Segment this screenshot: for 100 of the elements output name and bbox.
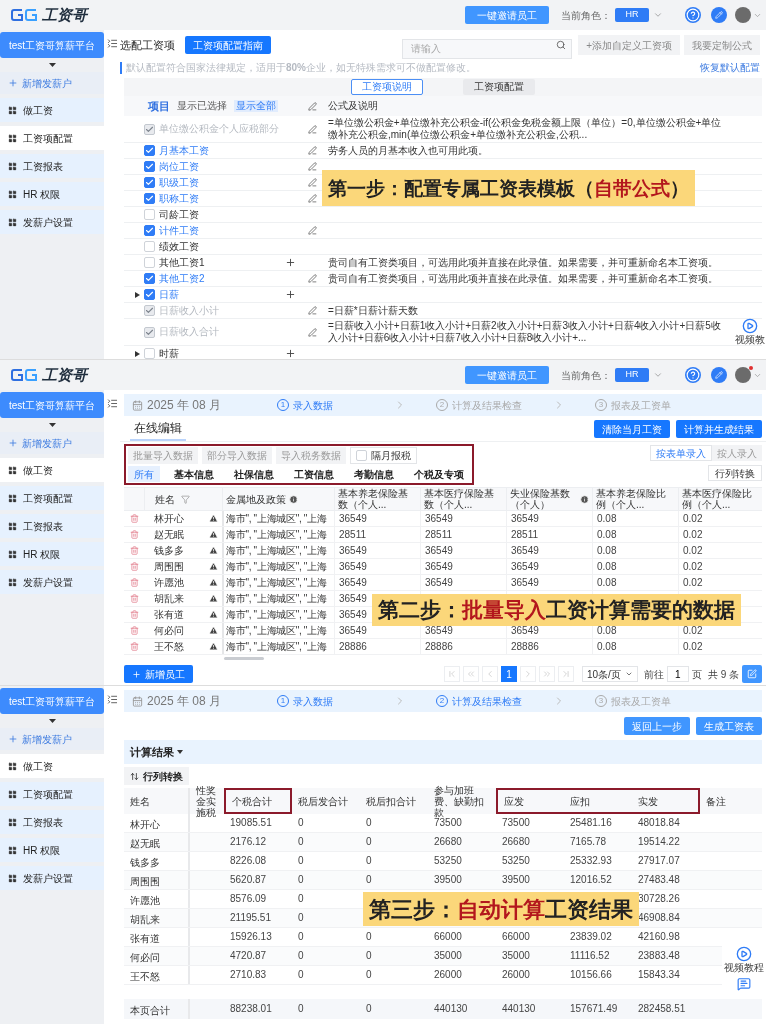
collapse-icon[interactable] <box>106 398 118 409</box>
last-page-button[interactable] <box>557 666 574 682</box>
pencil-icon[interactable] <box>307 194 317 203</box>
help-button[interactable] <box>685 7 701 23</box>
caret-icon[interactable] <box>135 291 140 298</box>
sidebar-item[interactable]: 工资报表 <box>0 154 104 178</box>
pencil-icon[interactable] <box>307 162 317 171</box>
filter-icon[interactable] <box>181 494 190 504</box>
table-cell: 282458.51 <box>638 1003 686 1015</box>
tab[interactable]: 工资信息 <box>288 466 340 482</box>
role-select[interactable]: HR <box>615 368 649 382</box>
tab[interactable]: 工资项配置 <box>463 79 535 95</box>
previous-page-button[interactable] <box>481 666 498 682</box>
checkbox[interactable] <box>144 289 155 300</box>
view-option[interactable]: 显示已选择 <box>175 100 229 112</box>
avatar[interactable] <box>735 367 751 383</box>
sidebar-item[interactable]: 工资项配置 <box>0 486 104 510</box>
delete-icon[interactable] <box>129 642 139 651</box>
tab[interactable]: 所有 <box>128 466 160 482</box>
sidebar-item[interactable]: 做工资 <box>0 98 104 122</box>
delete-icon[interactable] <box>129 594 139 603</box>
tab[interactable]: 个税及专项 <box>408 466 470 482</box>
caret-icon[interactable] <box>135 350 140 357</box>
message-icon[interactable] <box>737 977 751 991</box>
calculate-button[interactable]: 计算并生成结果 <box>676 420 762 438</box>
sidebar-item[interactable]: HR 权限 <box>0 542 104 566</box>
avatar[interactable] <box>735 7 751 23</box>
restore-link[interactable]: 恢复默认配置 <box>700 62 760 74</box>
checkbox[interactable] <box>144 161 155 172</box>
section-tab[interactable]: 在线编辑 <box>130 417 186 441</box>
delete-icon[interactable] <box>129 578 139 587</box>
table-cell: 36549 <box>339 576 367 589</box>
sidebar-item[interactable]: 发薪户设置 <box>0 210 104 234</box>
page-button[interactable]: 1 <box>500 666 517 682</box>
pencil-icon[interactable] <box>307 226 317 235</box>
pencil-icon[interactable] <box>307 274 317 283</box>
grid-icon <box>8 845 17 855</box>
previous-pages-button[interactable] <box>462 666 479 682</box>
collapse-icon[interactable] <box>106 694 118 705</box>
sidebar-item[interactable]: HR 权限 <box>0 182 104 206</box>
tab[interactable]: 基本信息 <box>168 466 220 482</box>
guide-button[interactable]: 工资项配置指南 <box>185 36 271 54</box>
sidebar-item[interactable]: HR 权限 <box>0 838 104 862</box>
search-icon[interactable] <box>556 40 567 50</box>
sidebar-item[interactable]: 做工资 <box>0 754 104 778</box>
page-size-select[interactable]: 10条/页 <box>581 666 638 682</box>
add-payroll-item[interactable]: 新增发薪户 <box>0 728 104 750</box>
table-cell: 157671.49 <box>570 1003 618 1015</box>
delete-icon[interactable] <box>129 546 139 555</box>
transpose-button[interactable]: 行列转换 <box>124 767 189 785</box>
video-icon[interactable] <box>742 318 758 334</box>
next-pages-button[interactable] <box>538 666 555 682</box>
delete-icon[interactable] <box>129 530 139 539</box>
add-payroll-item[interactable]: 新增发薪户 <box>0 432 104 454</box>
plus-icon[interactable] <box>284 257 296 268</box>
view-option[interactable]: 显示全部 <box>234 100 278 112</box>
delete-icon[interactable] <box>129 514 139 523</box>
pencil-button[interactable] <box>711 367 727 383</box>
entry-mode-tab[interactable]: 按表单录入 <box>650 445 712 461</box>
checkbox[interactable] <box>144 273 155 284</box>
sidebar-item[interactable]: 工资项配置 <box>0 126 104 150</box>
search-field[interactable]: 请输入 <box>402 38 573 59</box>
sidebar-item[interactable]: 发薪户设置 <box>0 866 104 890</box>
video-icon[interactable] <box>736 946 752 962</box>
page-input[interactable]: 1 <box>666 666 689 682</box>
delete-icon[interactable] <box>129 626 139 635</box>
next-page-button[interactable] <box>519 666 536 682</box>
plus-icon <box>8 438 18 448</box>
sidebar-item[interactable]: 发薪户设置 <box>0 570 104 594</box>
plus-icon[interactable] <box>284 289 296 300</box>
collapse-icon[interactable] <box>106 38 118 49</box>
checkbox[interactable] <box>144 177 155 188</box>
help-button[interactable] <box>685 367 701 383</box>
sidebar-item[interactable]: 工资报表 <box>0 514 104 538</box>
role-select[interactable]: HR <box>615 8 649 22</box>
checkbox[interactable] <box>144 145 155 156</box>
tax-month-toggle[interactable]: 隔月报税 <box>350 447 417 464</box>
clear-button[interactable]: 清除当月工资 <box>594 420 670 438</box>
pencil-icon[interactable] <box>307 146 317 155</box>
add-employee-button[interactable]: 新增员工 <box>124 665 193 683</box>
delete-icon[interactable] <box>129 562 139 571</box>
warning-icon <box>209 610 218 619</box>
add-payroll-item[interactable]: 新增发薪户 <box>0 72 104 94</box>
checkbox[interactable] <box>144 225 155 236</box>
checkbox[interactable] <box>144 193 155 204</box>
tab[interactable]: 工资项说明 <box>351 79 423 95</box>
pencil-button[interactable] <box>711 7 727 23</box>
sidebar-item[interactable]: 做工资 <box>0 458 104 482</box>
caret-icon[interactable] <box>177 750 183 754</box>
plus-icon[interactable] <box>284 348 296 359</box>
sidebar-item[interactable]: 工资项配置 <box>0 782 104 806</box>
first-page-button[interactable] <box>443 666 460 682</box>
tab[interactable]: 考勤信息 <box>348 466 400 482</box>
result-title[interactable]: 计算结果 <box>130 743 174 761</box>
tab[interactable]: 社保信息 <box>228 466 280 482</box>
edit-button[interactable] <box>742 665 762 683</box>
sidebar-item[interactable]: 工资报表 <box>0 810 104 834</box>
delete-icon[interactable] <box>129 610 139 619</box>
transpose-button[interactable]: 行列转换 <box>708 465 762 481</box>
pencil-icon[interactable] <box>307 178 317 187</box>
